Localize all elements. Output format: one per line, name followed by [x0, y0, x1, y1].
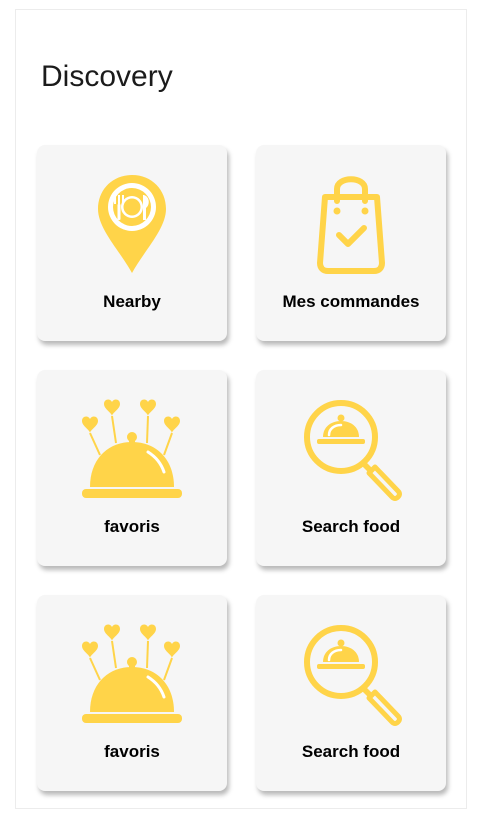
card-label-search-food: Search food: [301, 517, 401, 536]
page-title: Discovery: [41, 60, 173, 93]
mes-commandes-card[interactable]: Mes commandes: [256, 145, 446, 341]
favoris-card[interactable]: favoris: [37, 370, 227, 566]
card-label-nearby: Nearby: [103, 292, 161, 311]
search-cloche-icon: [256, 394, 446, 504]
nearby-card[interactable]: Nearby: [37, 145, 227, 341]
card-label-search-food: Search food: [301, 742, 401, 761]
favoris-card[interactable]: favoris: [37, 595, 227, 791]
search-cloche-icon: [256, 619, 446, 729]
shopping-bag-check-icon: [256, 169, 446, 279]
search-food-card[interactable]: Search food: [256, 595, 446, 791]
location-pin-plate-icon: [37, 169, 227, 279]
cloche-hearts-icon: [37, 394, 227, 504]
card-label-favoris: favoris: [104, 517, 160, 536]
card-label-mes-commandes: Mes commandes: [282, 292, 420, 311]
search-food-card[interactable]: Search food: [256, 370, 446, 566]
card-label-favoris: favoris: [104, 742, 160, 761]
cloche-hearts-icon: [37, 619, 227, 729]
